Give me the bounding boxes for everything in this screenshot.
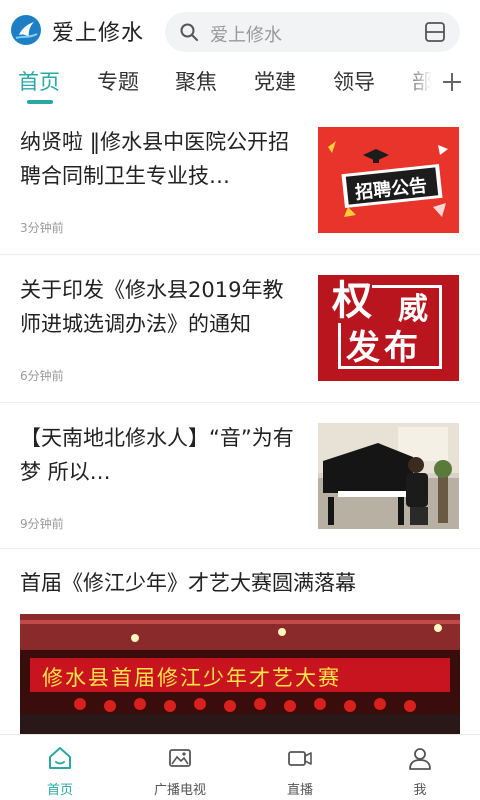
nav-live-label: 直播	[286, 783, 313, 798]
nav-broadcast-tv-label: 广播电视	[153, 783, 206, 798]
category-tabs: 首页 专题 聚焦 党建 领导 部	[0, 62, 480, 106]
search-placeholder: 爱上修水	[210, 25, 282, 46]
active-tab-indicator	[27, 100, 53, 104]
piano-photo	[318, 423, 459, 529]
article-time: 3分钟前	[20, 221, 64, 235]
thumbnail-text-fabu: 发布	[346, 328, 422, 368]
app-logo-icon	[11, 15, 41, 45]
feature-article-title[interactable]: 首届《修江少年》才艺大赛圆满落幕	[20, 567, 356, 597]
app-title: 爱上修水	[52, 21, 145, 46]
tabs-fade	[400, 62, 440, 106]
scan-icon[interactable]	[424, 21, 446, 43]
tab-party[interactable]: 党建	[254, 66, 296, 96]
nav-home-label: 首页	[46, 783, 73, 798]
thumbnail-text-quan: 权	[332, 278, 372, 324]
article-title: 纳贤啦 ‖修水县中医院公开招聘合同制卫生专业技…	[20, 130, 290, 188]
feature-article-image[interactable]: 修水县首届修江少年才艺大赛	[20, 614, 460, 734]
article-thumbnail	[318, 423, 459, 529]
user-icon	[409, 748, 431, 770]
article-time: 6分钟前	[20, 369, 64, 383]
article-time: 9分钟前	[20, 517, 64, 531]
nav-live[interactable]: 直播	[240, 735, 360, 800]
thumbnail-text-wei: 威	[398, 292, 428, 327]
search-input[interactable]: 爱上修水	[165, 12, 460, 52]
article-item[interactable]: 纳贤啦 ‖修水县中医院公开招聘合同制卫生专业技… 3分钟前 招聘公告	[0, 107, 480, 255]
image-icon	[169, 749, 191, 767]
article-item[interactable]: 【天南地北修水人】“音”为有梦 所以… 9分钟前	[0, 403, 480, 549]
nav-me[interactable]: 我	[360, 735, 480, 800]
article-item[interactable]: 关于印发《修水县2019年教师进城选调办法》的通知 6分钟前 权 威 发布	[0, 255, 480, 403]
tab-focus[interactable]: 聚焦	[175, 66, 217, 96]
bottom-navigation: 首页 广播电视 直播 我	[0, 734, 480, 800]
article-thumbnail: 招聘公告	[318, 127, 459, 233]
tab-leaders[interactable]: 领导	[333, 66, 375, 96]
article-title: 【天南地北修水人】“音”为有梦 所以…	[20, 426, 294, 484]
nav-home[interactable]: 首页	[0, 735, 120, 800]
nav-me-label: 我	[413, 783, 427, 798]
add-channel-icon[interactable]	[440, 70, 464, 94]
banner-text: 修水县首届修江少年才艺大赛	[42, 666, 341, 690]
app-header: 爱上修水 爱上修水	[0, 0, 480, 62]
home-icon	[49, 747, 71, 769]
video-icon	[288, 751, 312, 766]
article-title: 关于印发《修水县2019年教师进城选调办法》的通知	[20, 278, 284, 336]
nav-broadcast-tv[interactable]: 广播电视	[120, 735, 240, 800]
article-thumbnail: 权 威 发布	[318, 275, 459, 381]
tab-topics[interactable]: 专题	[97, 66, 139, 96]
search-icon	[180, 23, 198, 41]
tab-home[interactable]: 首页	[18, 66, 60, 96]
